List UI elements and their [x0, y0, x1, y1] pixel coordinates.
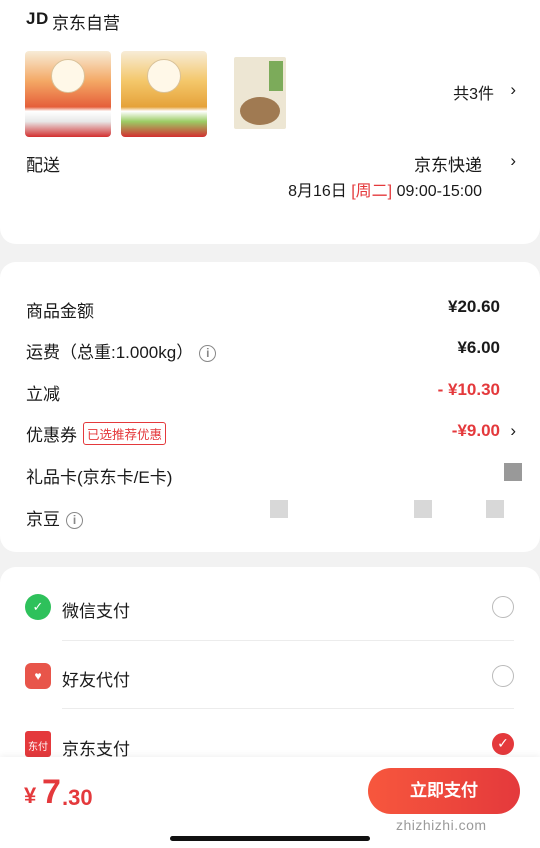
pay-method-label[interactable]: 好友代付: [62, 666, 130, 691]
item-count[interactable]: 共3件: [453, 80, 494, 104]
checkout-bar: ¥ 7 .30 立即支付 zhizhizhi.com: [0, 757, 540, 848]
jingdou-label: 京豆: [26, 510, 60, 529]
delivery-label: 配送: [26, 156, 60, 175]
product-thumb-seasoning[interactable]: [218, 51, 304, 137]
jingdou-row: 京豆 i: [26, 505, 83, 530]
blur-block: [270, 500, 288, 518]
shipping-label: 运费（总重:1.000kg）: [26, 343, 194, 362]
shipping-row: 运费（总重:1.000kg） i: [26, 338, 217, 363]
pickle-jar-2-icon: [147, 59, 181, 93]
radio-friend-pay[interactable]: [492, 665, 514, 687]
product-thumb-pickle-2[interactable]: [121, 51, 207, 137]
delivery-date: 8月16日: [288, 183, 347, 200]
submit-pay-button[interactable]: 立即支付: [368, 768, 520, 814]
pickle-jar-1-icon: [51, 59, 85, 93]
delivery-method[interactable]: 京东快递: [414, 151, 482, 176]
blur-block: [414, 500, 432, 518]
giftcard-toggle-icon[interactable]: [504, 463, 522, 481]
watermark: zhizhizhi.com: [396, 817, 487, 833]
pay-method-label[interactable]: 微信支付: [62, 597, 130, 622]
discount-value: - ¥10.30: [437, 380, 500, 399]
discount-label: 立减: [26, 385, 60, 404]
jd-pay-icon: 东付: [25, 731, 51, 757]
shop-name: 京东自营: [52, 14, 120, 33]
friend-pay-icon: ♥: [25, 663, 51, 689]
delivery-weekday: [周二]: [351, 183, 393, 200]
radio-jd-pay-selected[interactable]: ✓: [492, 733, 514, 755]
product-thumb-pickle-1[interactable]: [25, 51, 111, 137]
divider: [62, 640, 514, 641]
goods-amount-label: 商品金额: [26, 302, 94, 321]
divider: [62, 708, 514, 709]
goods-amount-value: ¥20.60: [448, 297, 500, 316]
delivery-time-range: 09:00-15:00: [396, 183, 482, 200]
shipping-value: ¥6.00: [457, 338, 500, 357]
coupon-row[interactable]: 优惠券 已选推荐优惠: [26, 421, 167, 446]
chevron-right-icon[interactable]: ›: [510, 80, 516, 100]
price-currency: ¥: [24, 783, 37, 808]
chevron-right-icon[interactable]: ›: [510, 421, 516, 441]
coupon-value[interactable]: -¥9.00: [452, 421, 500, 441]
giftcard-label[interactable]: 礼品卡(京东卡/E卡): [26, 463, 172, 488]
order-card: JD 京东自营 共3件 › 配送 京东快递 › 8月16日 [周二] 09:00…: [0, 0, 540, 244]
coupon-label: 优惠券: [26, 426, 77, 445]
hotpot-seasoning-pack-icon: [234, 57, 286, 129]
radio-wechat-pay[interactable]: [492, 596, 514, 618]
price-decimal: .30: [62, 785, 93, 810]
price-integer: 7: [42, 773, 61, 811]
jd-logo: JD: [26, 9, 49, 28]
chevron-right-icon[interactable]: ›: [510, 151, 516, 171]
delivery-time[interactable]: 8月16日 [周二] 09:00-15:00: [288, 177, 482, 201]
amount-card: 商品金额 ¥20.60 运费（总重:1.000kg） i ¥6.00 立减 - ¥…: [0, 262, 540, 552]
home-indicator[interactable]: [170, 836, 370, 841]
blur-block: [486, 500, 504, 518]
info-icon[interactable]: i: [199, 345, 217, 362]
info-icon[interactable]: i: [66, 512, 83, 529]
coupon-tag: 已选推荐优惠: [83, 422, 167, 445]
wechat-pay-icon: ✓: [25, 594, 51, 620]
